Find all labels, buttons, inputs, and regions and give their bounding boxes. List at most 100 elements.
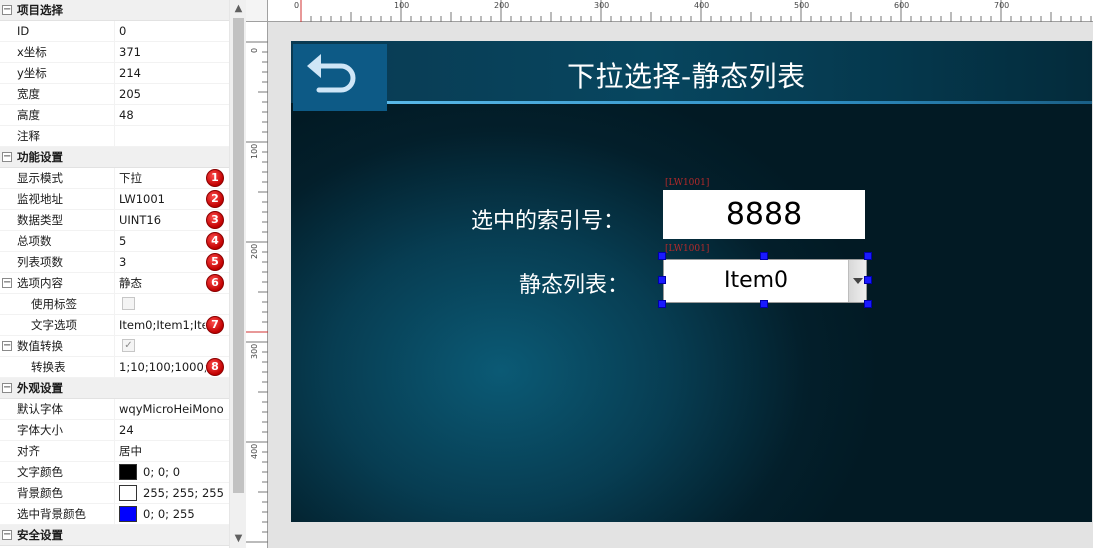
- prop-value[interactable]: wqyMicroHeiMono: [114, 399, 229, 419]
- collapse-icon[interactable]: −: [2, 278, 12, 288]
- collapse-icon[interactable]: −: [2, 530, 12, 540]
- resize-handle-ne[interactable]: [864, 252, 872, 260]
- section-appearance[interactable]: − 外观设置: [0, 378, 229, 399]
- section-label: 项目选择: [17, 3, 63, 17]
- color-swatch: [119, 463, 137, 480]
- ruler-corner: [246, 0, 268, 22]
- collapse-icon[interactable]: −: [2, 5, 12, 15]
- prop-row-selected-bg-color[interactable]: 选中背景颜色 0; 0; 255: [0, 504, 229, 525]
- ruler-label: 200: [250, 243, 259, 259]
- prop-key: y坐标: [17, 66, 47, 80]
- prop-row-align[interactable]: 对齐 居中: [0, 441, 229, 462]
- dropdown-selected-value: Item0: [723, 268, 789, 293]
- prop-key: 文字颜色: [17, 465, 63, 479]
- prop-row-data-type[interactable]: 数据类型 UINT16 3: [0, 210, 229, 231]
- checkbox-unchecked[interactable]: [122, 297, 135, 310]
- number-badge: 3: [206, 211, 224, 229]
- prop-value[interactable]: [114, 126, 229, 146]
- color-value: 0; 0; 0: [143, 465, 181, 479]
- prop-row-note[interactable]: 注释: [0, 126, 229, 147]
- prop-value[interactable]: 214: [114, 63, 229, 83]
- prop-key: 字体大小: [17, 423, 63, 437]
- prop-value[interactable]: 48: [114, 105, 229, 125]
- prop-value[interactable]: 371: [114, 42, 229, 62]
- scroll-up-icon[interactable]: ▲: [233, 2, 244, 16]
- prop-row-display-mode[interactable]: 显示模式 下拉 1: [0, 168, 229, 189]
- prop-key: 默认字体: [17, 402, 63, 416]
- prop-key: 总项数: [17, 234, 52, 248]
- prop-key: 背景颜色: [17, 486, 63, 500]
- prop-row-text-color[interactable]: 文字颜色 0; 0; 0: [0, 462, 229, 483]
- prop-key: 高度: [17, 108, 40, 122]
- scroll-down-icon[interactable]: ▼: [233, 532, 244, 546]
- prop-row-total-items[interactable]: 总项数 5 4: [0, 231, 229, 252]
- resize-handle-nw[interactable]: [658, 252, 666, 260]
- prop-key: 数据类型: [17, 213, 63, 227]
- resize-handle-s[interactable]: [760, 300, 768, 308]
- collapse-icon[interactable]: −: [2, 152, 12, 162]
- prop-key: 注释: [17, 129, 40, 143]
- section-project[interactable]: − 项目选择: [0, 0, 229, 21]
- index-number-display[interactable]: 8888: [663, 190, 865, 239]
- resize-handle-w[interactable]: [658, 276, 666, 284]
- prop-row-width[interactable]: 宽度 205: [0, 84, 229, 105]
- prop-value[interactable]: 205: [114, 84, 229, 104]
- resize-handle-sw[interactable]: [658, 300, 666, 308]
- prop-value[interactable]: 255; 255; 255: [114, 483, 229, 503]
- prop-row-id[interactable]: ID 0: [0, 21, 229, 42]
- static-list-dropdown[interactable]: Item0: [663, 259, 867, 303]
- prop-value: [114, 294, 229, 314]
- back-arrow-icon: [307, 54, 356, 93]
- prop-value[interactable]: 0; 0; 255: [114, 504, 229, 524]
- page-title: 下拉选择-静态列表: [567, 60, 806, 93]
- scroll-thumb[interactable]: [233, 18, 244, 493]
- prop-row-text-options[interactable]: 文字选项 Item0;Item1;Ite 7: [0, 315, 229, 336]
- prop-row-default-font[interactable]: 默认字体 wqyMicroHeiMono: [0, 399, 229, 420]
- ruler-label: 600: [894, 1, 910, 10]
- prop-key: 文字选项: [31, 318, 77, 332]
- index-label: 选中的索引号：: [471, 209, 626, 234]
- prop-row-x[interactable]: x坐标 371: [0, 42, 229, 63]
- prop-value[interactable]: 0: [114, 21, 229, 41]
- prop-key: x坐标: [17, 45, 47, 59]
- prop-row-list-items[interactable]: 列表项数 3 5: [0, 252, 229, 273]
- prop-value[interactable]: 24: [114, 420, 229, 440]
- ruler-label: 100: [250, 143, 259, 159]
- prop-value[interactable]: 0; 0; 0: [114, 462, 229, 482]
- prop-row-y[interactable]: y坐标 214: [0, 63, 229, 84]
- ruler-label: 500: [794, 1, 810, 10]
- prop-row-use-tag[interactable]: 使用标签: [0, 294, 229, 315]
- ruler-label: 100: [394, 1, 410, 10]
- prop-key: 对齐: [17, 444, 40, 458]
- static-list-label: 静态列表：: [519, 273, 630, 298]
- checkbox-checked[interactable]: ✓: [122, 339, 135, 352]
- prop-row-option-content[interactable]: − 选项内容 静态 6: [0, 273, 229, 294]
- prop-row-value-convert[interactable]: − 数值转换 ✓: [0, 336, 229, 357]
- section-function[interactable]: − 功能设置: [0, 147, 229, 168]
- prop-row-bg-color[interactable]: 背景颜色 255; 255; 255: [0, 483, 229, 504]
- prop-key: 列表项数: [17, 255, 63, 269]
- section-label: 功能设置: [17, 150, 63, 164]
- prop-row-convert-table[interactable]: 转换表 1;10;100;1000;1 8: [0, 357, 229, 378]
- collapse-icon[interactable]: −: [2, 341, 12, 351]
- prop-row-height[interactable]: 高度 48: [0, 105, 229, 126]
- prop-key: 宽度: [17, 87, 40, 101]
- ruler-label: 0: [250, 47, 259, 53]
- resize-handle-n[interactable]: [760, 252, 768, 260]
- number-badge: 4: [206, 232, 224, 250]
- section-security[interactable]: − 安全设置: [0, 525, 229, 546]
- prop-key: 数值转换: [17, 339, 63, 353]
- prop-row-monitor-address[interactable]: 监视地址 LW1001 2: [0, 189, 229, 210]
- resize-handle-e[interactable]: [864, 276, 872, 284]
- prop-row-font-size[interactable]: 字体大小 24: [0, 420, 229, 441]
- property-panel: − 项目选择 ID 0 x坐标 371 y坐标 214 宽度 205 高度 48…: [0, 0, 246, 548]
- ruler-label: 400: [250, 443, 259, 459]
- hmi-screen[interactable]: 下拉选择-静态列表 选中的索引号： [LW1001] 8888 静态列表： [L…: [291, 41, 1092, 522]
- property-scrollbar[interactable]: ▲ ▼: [229, 0, 246, 548]
- resize-handle-se[interactable]: [864, 300, 872, 308]
- prop-key: 监视地址: [17, 192, 63, 206]
- prop-value[interactable]: 居中: [114, 441, 229, 461]
- collapse-icon[interactable]: −: [2, 383, 12, 393]
- prop-key: ID: [17, 24, 30, 38]
- back-button[interactable]: [293, 44, 387, 111]
